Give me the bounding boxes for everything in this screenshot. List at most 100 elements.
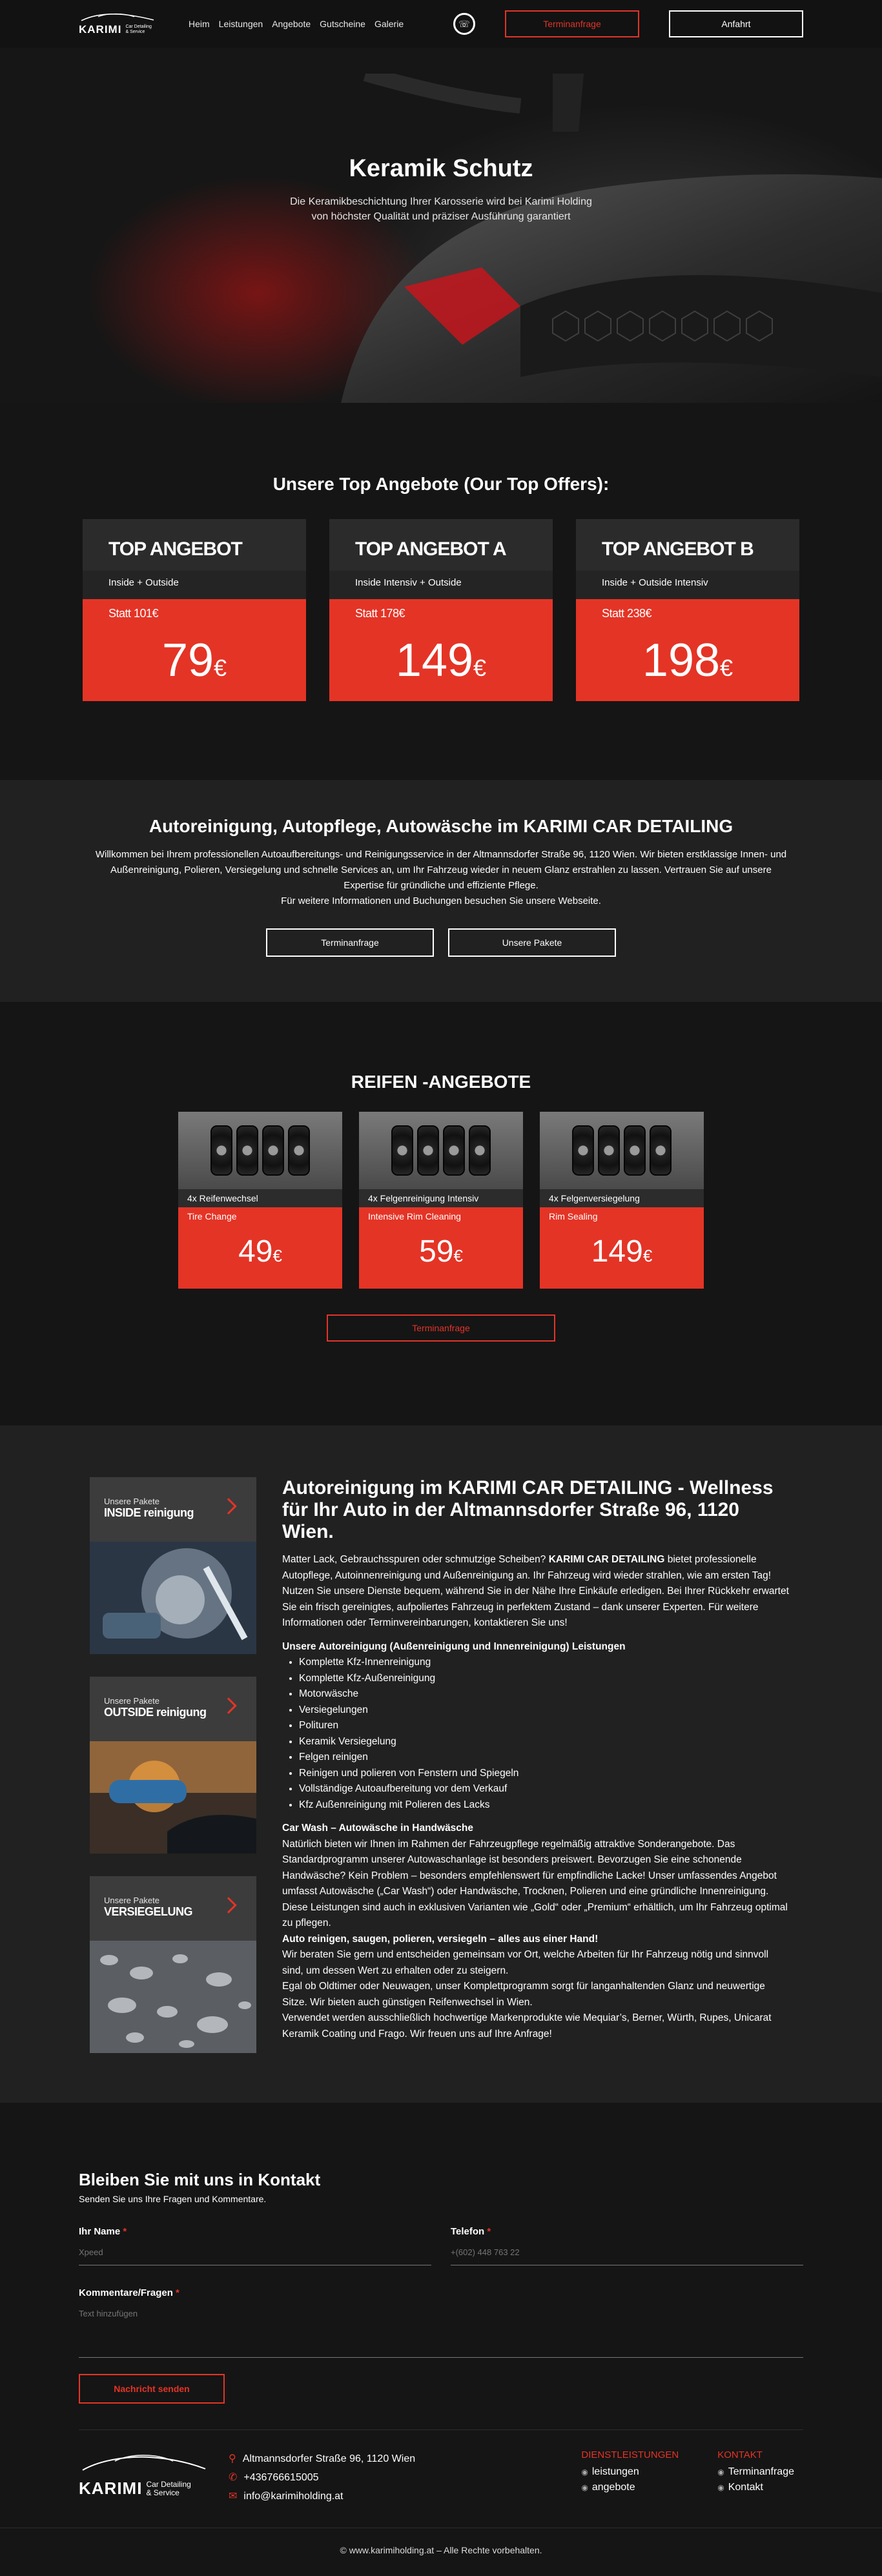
list-item: Reinigen und polieren von Fenstern und S…: [299, 1766, 792, 1782]
phone-input[interactable]: [451, 2240, 803, 2265]
top-nav: KARIMI Car Detailing & Service Heim Leist…: [0, 0, 882, 48]
info-text: Willkommen bei Ihrem professionellen Aut…: [95, 849, 787, 906]
package-card-versiegelung[interactable]: Unsere Pakete VERSIEGELUNG: [90, 1876, 256, 2056]
comment-field: Kommentare/Fragen *: [79, 2287, 803, 2361]
footer-col-title: KONTAKT: [717, 2449, 763, 2460]
package-head: Unsere Pakete VERSIEGELUNG: [90, 1876, 256, 1941]
nav-link-galerie[interactable]: Galerie: [374, 19, 404, 29]
offer-price-box: Statt 238€ 198€: [576, 599, 799, 701]
services-section: Unsere Pakete INSIDE reinigung Unsere Pa…: [0, 1426, 882, 2103]
package-card-outside[interactable]: Unsere Pakete OUTSIDE reinigung: [90, 1677, 256, 1857]
offer-card[interactable]: TOP ANGEBOT Inside + Outside Statt 101€ …: [83, 519, 306, 701]
logo[interactable]: KARIMI Car Detailing & Service: [79, 12, 169, 36]
comment-textarea[interactable]: [79, 2301, 803, 2358]
package-head: Unsere Pakete INSIDE reinigung: [90, 1477, 256, 1542]
offer-price: 149€: [395, 635, 487, 686]
tires-title: REIFEN -ANGEBOTE: [351, 1072, 531, 1092]
car-wash-text: Natürlich bieten wir Ihnen im Rahmen der…: [282, 1838, 788, 1929]
offer-card[interactable]: TOP ANGEBOT A Inside Intensiv + Outside …: [329, 519, 553, 701]
nav-link-gutscheine[interactable]: Gutscheine: [320, 19, 365, 29]
nav-link-heim[interactable]: Heim: [189, 19, 210, 29]
footer: KARIMI Car Detailing & Service ⚲ Altmannsd…: [0, 2429, 882, 2528]
tire-offer-name: 4x Reifenwechsel: [178, 1189, 342, 1207]
nav-actions: ☏ Terminanfrage Anfahrt: [453, 10, 803, 37]
name-input[interactable]: [79, 2240, 431, 2265]
hero-car-image: [341, 74, 882, 403]
tire-card[interactable]: 4x Reifenwechsel Tire Change 49€: [178, 1112, 342, 1289]
footer-logo[interactable]: KARIMI Car Detailing & Service: [79, 2449, 214, 2506]
list-item: Keramik Versiegelung: [299, 1734, 792, 1750]
clean-text-2: Egal ob Oldtimer oder Neuwagen, unser Ko…: [282, 1981, 765, 2008]
interior-cleaning-image: [90, 1542, 256, 1654]
footer-phone[interactable]: ✆ +436766615005: [229, 2468, 415, 2487]
tires-image: [359, 1112, 523, 1189]
logo-word: KARIMI: [79, 2479, 143, 2498]
terminanfrage-button[interactable]: Terminanfrage: [505, 10, 639, 37]
clean-text: Wir beraten Sie gern und entscheiden gem…: [282, 1949, 769, 1976]
logo-sub: Car Detailing & Service: [146, 2479, 191, 2497]
tire-price: 49€: [238, 1234, 282, 1269]
list-item: Polituren: [299, 1718, 792, 1734]
list-item: Vollständige Autoaufbereitung vor dem Ve…: [299, 1781, 792, 1797]
terminanfrage-button[interactable]: Terminanfrage: [266, 928, 434, 957]
send-message-button[interactable]: Nachricht senden: [79, 2374, 225, 2404]
tire-cards: 4x Reifenwechsel Tire Change 49€ 4x Felg…: [0, 1112, 882, 1289]
offer-old-price: Statt 238€: [602, 607, 652, 620]
tires-image: [540, 1112, 704, 1189]
services-list: Komplette Kfz-Innenreinigung Komplette K…: [299, 1655, 792, 1813]
footer-col-title: DIENSTLEISTUNGEN: [581, 2449, 679, 2460]
tires-terminanfrage-button[interactable]: Terminanfrage: [327, 1314, 555, 1342]
offers-title: Unsere Top Angebote (Our Top Offers):: [272, 474, 610, 494]
tire-offer-en: Tire Change: [187, 1211, 237, 1222]
footer-link[interactable]: ◉ leistungen: [581, 2464, 679, 2480]
anfahrt-button[interactable]: Anfahrt: [669, 10, 803, 37]
footer-main: KARIMI Car Detailing & Service ⚲ Altmannsd…: [79, 2429, 803, 2528]
hero-title: Keramik Schutz: [349, 155, 533, 182]
offer-old-price: Statt 178€: [355, 607, 405, 620]
footer-link[interactable]: ◉ Kontakt: [717, 2480, 794, 2495]
package-card-inside[interactable]: Unsere Pakete INSIDE reinigung: [90, 1477, 256, 1657]
list-item: Kfz Außenreinigung mit Polieren des Lack…: [299, 1797, 792, 1814]
info-title: Autoreinigung, Autopflege, Autowäsche im…: [149, 816, 733, 836]
footer-link[interactable]: ◉ angebote: [581, 2480, 679, 2495]
nav-link-leistungen[interactable]: Leistungen: [219, 19, 263, 29]
offer-old-price: Statt 101€: [108, 607, 159, 620]
car-logo-icon: [81, 13, 154, 21]
offer-name: TOP ANGEBOT A: [329, 519, 553, 571]
name-field: Ihr Name *: [79, 2226, 431, 2265]
footer-email[interactable]: ✉ info@karimiholding.at: [229, 2487, 415, 2506]
package-head: Unsere Pakete OUTSIDE reinigung: [90, 1677, 256, 1741]
name-label: Ihr Name *: [79, 2226, 127, 2237]
offer-name: TOP ANGEBOT: [83, 519, 306, 571]
offer-cards: TOP ANGEBOT Inside + Outside Statt 101€ …: [0, 519, 882, 701]
comment-label: Kommentare/Fragen *: [79, 2287, 179, 2298]
package-title: INSIDE reinigung: [104, 1506, 194, 1519]
clean-text-3: Verwendet werden ausschließlich hochwert…: [282, 2012, 772, 2039]
phone-label: Telefon *: [451, 2226, 491, 2237]
services-paragraph: Nutzen Sie unsere Dienste bequem, währen…: [282, 1586, 789, 1628]
location-pin-icon: ⚲: [229, 2453, 236, 2464]
list-item: Komplette Kfz-Innenreinigung: [299, 1655, 792, 1671]
whatsapp-icon[interactable]: ☏: [453, 13, 475, 35]
offer-desc: Inside + Outside Intensiv: [576, 571, 799, 599]
tire-offer-en: Intensive Rim Cleaning: [368, 1211, 461, 1222]
services-list-title: Unsere Autoreinigung (Außenreinigung und…: [282, 1641, 626, 1652]
footer-contact: ⚲ Altmannsdorfer Straße 96, 1120 Wien ✆ +4…: [229, 2449, 415, 2506]
nav-link-angebote[interactable]: Angebote: [272, 19, 311, 29]
contact-title: Bleiben Sie mit uns in Kontakt: [79, 2170, 321, 2189]
tire-card[interactable]: 4x Felgenversiegelung Rim Sealing 149€: [540, 1112, 704, 1289]
package-title: VERSIEGELUNG: [104, 1905, 193, 1918]
phone-icon: ✆: [229, 2472, 238, 2483]
tire-offer-name: 4x Felgenversiegelung: [540, 1189, 704, 1207]
offer-card[interactable]: TOP ANGEBOT B Inside + Outside Intensiv …: [576, 519, 799, 701]
footer-address: ⚲ Altmannsdorfer Straße 96, 1120 Wien: [229, 2453, 416, 2464]
footer-link[interactable]: ◉ Terminanfrage: [717, 2464, 794, 2480]
offer-desc: Inside + Outside: [83, 571, 306, 599]
tire-card[interactable]: 4x Felgenreinigung Intensiv Intensive Ri…: [359, 1112, 523, 1289]
mail-icon: ✉: [229, 2491, 238, 2502]
services-title: Autoreinigung im KARIMI CAR DETAILING - …: [282, 1477, 774, 1542]
hero-subtitle: Die Keramikbeschichtung Ihrer Karosserie…: [290, 196, 592, 222]
unsere-pakete-button[interactable]: Unsere Pakete: [448, 928, 616, 957]
services-intro: Matter Lack, Gebrauchsspuren oder schmut…: [282, 1554, 772, 1581]
tire-offer-name: 4x Felgenreinigung Intensiv: [359, 1189, 523, 1207]
